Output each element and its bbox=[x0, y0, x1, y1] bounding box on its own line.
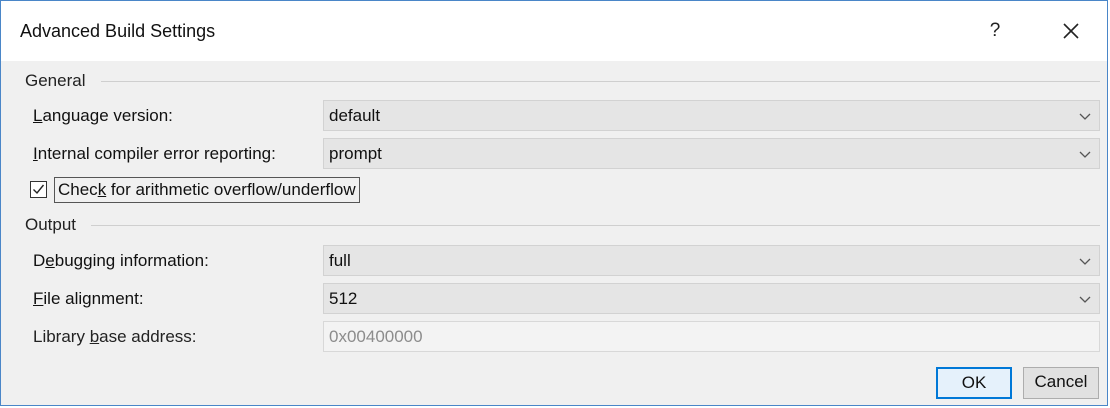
access-key: k bbox=[97, 180, 107, 199]
label-text: D bbox=[33, 251, 46, 270]
overflow-checkbox[interactable] bbox=[30, 181, 47, 198]
output-group-label: Output bbox=[25, 215, 77, 234]
chevron-down-icon bbox=[1079, 258, 1091, 265]
compiler-error-reporting-value: prompt bbox=[329, 144, 382, 163]
access-key: b bbox=[89, 327, 100, 346]
file-alignment-select[interactable]: 512 bbox=[323, 283, 1100, 314]
debugging-information-value: full bbox=[329, 251, 351, 270]
label-text: ase address: bbox=[99, 327, 197, 346]
chevron-down-icon bbox=[1079, 113, 1091, 120]
language-version-select[interactable]: default bbox=[323, 100, 1100, 131]
help-button[interactable]: ? bbox=[983, 15, 1007, 47]
language-version-label: Language version: bbox=[33, 102, 173, 130]
general-group-header: General bbox=[25, 71, 1100, 91]
title-bar: Advanced Build Settings ? bbox=[1, 1, 1107, 61]
chevron-down-icon bbox=[1079, 296, 1091, 303]
label-text: bugging information: bbox=[54, 251, 209, 270]
dialog-title: Advanced Build Settings bbox=[20, 21, 216, 41]
close-icon bbox=[1063, 23, 1079, 39]
label-text: Library bbox=[33, 327, 90, 346]
checkmark-icon bbox=[33, 184, 45, 195]
cancel-button[interactable]: Cancel bbox=[1023, 367, 1099, 399]
chevron-down-icon bbox=[1079, 151, 1091, 158]
label-text: for arithmetic overflow/underflow bbox=[106, 180, 356, 199]
output-group-header: Output bbox=[25, 215, 1100, 235]
group-divider bbox=[91, 225, 1100, 226]
general-group-label: General bbox=[25, 71, 86, 90]
compiler-error-reporting-select[interactable]: prompt bbox=[323, 138, 1100, 169]
library-base-address-label: Library base address: bbox=[33, 323, 197, 351]
label-text: ile alignment: bbox=[43, 289, 144, 308]
language-version-value: default bbox=[329, 106, 381, 125]
ok-button[interactable]: OK bbox=[936, 367, 1012, 399]
advanced-build-settings-dialog: Advanced Build Settings ? General Langua… bbox=[0, 0, 1108, 406]
label-text: nternal compiler error reporting: bbox=[37, 144, 276, 163]
overflow-check-label[interactable]: Check for arithmetic overflow/underflow bbox=[54, 177, 360, 203]
access-key: F bbox=[33, 289, 44, 308]
label-text: Chec bbox=[58, 180, 98, 199]
close-button[interactable] bbox=[1053, 15, 1089, 47]
compiler-error-reporting-label: Internal compiler error reporting: bbox=[33, 140, 276, 168]
library-base-address-field[interactable]: 0x00400000 bbox=[323, 321, 1100, 352]
access-key: e bbox=[45, 251, 55, 270]
file-alignment-value: 512 bbox=[329, 289, 358, 308]
debugging-information-select[interactable]: full bbox=[323, 245, 1100, 276]
label-text: anguage version: bbox=[42, 106, 173, 125]
file-alignment-label: File alignment: bbox=[33, 285, 144, 313]
group-divider bbox=[101, 81, 1100, 82]
debugging-information-label: Debugging information: bbox=[33, 247, 209, 275]
